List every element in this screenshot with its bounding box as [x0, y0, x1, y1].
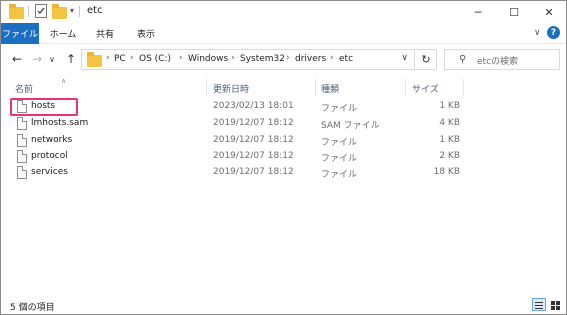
tab-home[interactable]: ホーム: [43, 23, 83, 44]
file-row[interactable]: protocol 2019/12/07 18:12 ファイル 2 KB: [1, 149, 566, 165]
file-date: 2019/12/07 18:12: [213, 135, 294, 145]
breadcrumb-arrow-icon[interactable]: ›: [330, 53, 334, 63]
file-date: 2019/12/07 18:12: [213, 118, 294, 128]
refresh-button[interactable]: ↻: [414, 49, 437, 70]
file-icon: [17, 134, 27, 147]
status-bar: 5 個の項目: [1, 297, 566, 314]
column-header-size[interactable]: サイズ: [412, 82, 439, 95]
minimize-button[interactable]: ─: [461, 1, 495, 23]
title-bar: ▾ etc ─ ☐ ✕: [1, 1, 566, 23]
explorer-window: ▾ etc ─ ☐ ✕ ファイル ホーム 共有 表示 ∨ ? ← → ∨ ↑ ›…: [0, 0, 567, 315]
file-type: ファイル: [321, 170, 358, 180]
search-icon: ⚲: [459, 54, 467, 65]
ribbon-tabs: ファイル ホーム 共有 表示 ∨ ?: [1, 23, 566, 44]
details-view-icon[interactable]: [532, 298, 546, 311]
file-date: 2019/12/07 18:12: [213, 167, 294, 177]
search-placeholder: etcの検索: [477, 57, 519, 67]
sort-indicator-icon: ∧: [61, 77, 67, 85]
file-date: 2023/02/13 18:01: [213, 101, 294, 111]
up-button[interactable]: ↑: [63, 51, 79, 67]
breadcrumb-arrow-icon[interactable]: ›: [130, 53, 134, 63]
breadcrumb-os-c[interactable]: OS (C:): [139, 54, 171, 64]
help-icon[interactable]: ?: [547, 26, 560, 39]
breadcrumb-drivers[interactable]: drivers: [295, 54, 326, 64]
file-icon: [17, 166, 27, 179]
breadcrumb-arrow-icon[interactable]: ›: [286, 53, 290, 63]
column-headers: ∧ 名前 更新日時 種類 サイズ: [1, 77, 566, 96]
address-bar[interactable]: › PC › OS (C:) › Windows › System32 › dr…: [81, 49, 437, 70]
file-name: services: [31, 167, 68, 177]
file-size: 2 KB: [439, 151, 460, 161]
file-row[interactable]: lmhosts.sam 2019/12/07 18:12 SAM ファイル 4 …: [1, 116, 566, 132]
breadcrumb-arrow-icon[interactable]: ›: [179, 53, 183, 63]
navigation-bar: ← → ∨ ↑ › PC › OS (C:) › Windows › Syste…: [1, 44, 566, 75]
back-button[interactable]: ←: [9, 51, 25, 67]
tab-view[interactable]: 表示: [127, 23, 165, 44]
divider: [28, 6, 29, 17]
close-button[interactable]: ✕: [532, 1, 566, 23]
file-size: 4 KB: [439, 118, 460, 128]
file-size: 1 KB: [439, 101, 460, 111]
chevron-down-icon[interactable]: ∨: [534, 28, 541, 38]
file-icon: [17, 150, 27, 163]
breadcrumb-arrow-icon[interactable]: ›: [231, 53, 235, 63]
file-size: 18 KB: [433, 167, 460, 177]
column-divider[interactable]: [405, 79, 406, 96]
file-type: SAM ファイル: [321, 121, 380, 131]
tab-share[interactable]: 共有: [87, 23, 123, 44]
file-name: networks: [31, 135, 73, 145]
file-date: 2019/12/07 18:12: [213, 151, 294, 161]
file-row[interactable]: services 2019/12/07 18:12 ファイル 18 KB: [1, 165, 566, 181]
column-divider[interactable]: [206, 79, 207, 96]
file-type: ファイル: [321, 138, 358, 148]
file-type: ファイル: [321, 104, 358, 114]
maximize-button[interactable]: ☐: [497, 1, 531, 23]
divider: [79, 6, 80, 17]
breadcrumb-windows[interactable]: Windows: [188, 54, 228, 64]
tab-file[interactable]: ファイル: [1, 23, 39, 44]
breadcrumb-system32[interactable]: System32: [240, 54, 285, 64]
forward-button[interactable]: →: [29, 51, 45, 67]
column-header-date[interactable]: 更新日時: [213, 82, 249, 95]
column-header-name[interactable]: 名前: [15, 82, 33, 95]
breadcrumb-arrow-icon[interactable]: ›: [106, 53, 110, 63]
large-icons-view-icon[interactable]: [548, 298, 562, 311]
column-header-type[interactable]: 種類: [321, 82, 339, 95]
quick-access-dropdown-icon[interactable]: ▾: [70, 6, 74, 20]
item-count: 5 個の項目: [10, 303, 55, 313]
folder-icon: [87, 52, 102, 67]
column-divider[interactable]: [315, 79, 316, 96]
breadcrumb-etc[interactable]: etc: [339, 54, 353, 64]
column-divider[interactable]: [463, 79, 464, 96]
recent-locations-button[interactable]: ∨: [47, 51, 57, 67]
file-row[interactable]: hosts 2023/02/13 18:01 ファイル 1 KB: [1, 99, 566, 115]
file-name: protocol: [31, 151, 68, 161]
file-row[interactable]: networks 2019/12/07 18:12 ファイル 1 KB: [1, 133, 566, 149]
breadcrumb-pc[interactable]: PC: [114, 54, 126, 64]
file-icon: [17, 117, 27, 130]
window-title: etc: [87, 5, 103, 16]
search-input[interactable]: ⚲ etcの検索: [444, 49, 560, 70]
address-history-dropdown-icon[interactable]: ∨: [401, 53, 408, 63]
highlight-box: [10, 98, 78, 116]
file-type: ファイル: [321, 154, 358, 164]
properties-icon[interactable]: [35, 4, 47, 18]
file-size: 1 KB: [439, 135, 460, 145]
file-name: lmhosts.sam: [31, 118, 89, 128]
